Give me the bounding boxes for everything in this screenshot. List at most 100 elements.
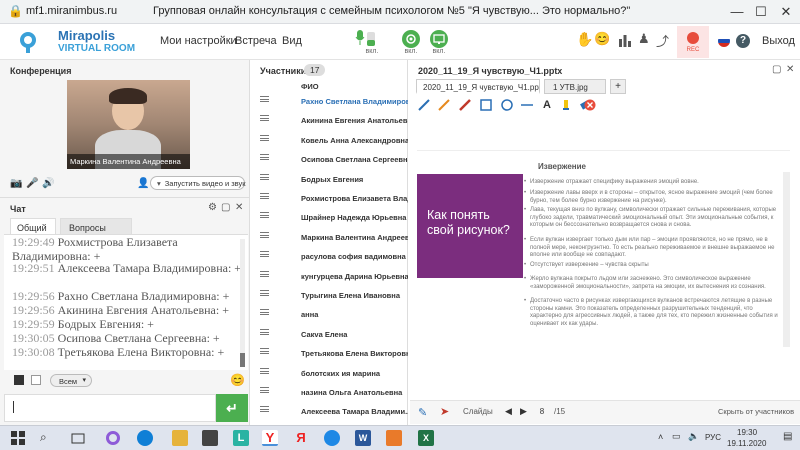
language-indicator[interactable]: РУС [705,433,721,442]
chat-input[interactable] [4,394,216,422]
drag-handle-icon[interactable] [260,231,269,238]
store-icon[interactable] [202,430,218,446]
camera-icon[interactable] [402,30,420,48]
pen-icon[interactable] [417,98,431,112]
next-slide-button[interactable]: ▶ [520,406,527,417]
highlighter-icon[interactable] [559,98,573,112]
presentation-expand-icon[interactable]: ▢ [772,64,781,75]
send-button[interactable]: ↵ [216,394,248,422]
user-icon[interactable]: 👤 [137,178,149,189]
drag-handle-icon[interactable] [260,154,269,161]
video-feed[interactable]: Маркина Валентина Андреевна [67,80,190,169]
laser-pointer-icon[interactable]: ➤ [440,405,449,418]
notifications-icon[interactable]: ▤ [783,431,792,442]
mic-settings-icon[interactable]: 🎤 [26,178,38,189]
tab-pptx[interactable]: 2020_11_19_Я чувствую_Ч1.pptx [416,79,540,94]
drag-handle-icon[interactable] [260,309,269,316]
tray-up-arrow-icon[interactable]: ˄ [658,432,663,442]
drag-handle-icon[interactable] [260,193,269,199]
rectangle-icon[interactable] [479,98,493,112]
drag-handle-icon[interactable] [260,290,269,296]
tab-jpg[interactable]: 1 УТВ.jpg [544,79,606,94]
drag-handle-icon[interactable] [260,115,269,122]
language-flag-icon[interactable] [718,35,730,47]
background-color-icon[interactable] [31,375,41,385]
text-color-icon[interactable] [14,375,24,385]
recipient-select[interactable]: Всем ▾ [50,374,92,387]
pencil-icon[interactable] [437,98,451,112]
add-tab-button[interactable]: + [610,79,626,94]
emoji-icon[interactable]: 😊 [594,31,610,47]
task-view-icon[interactable] [70,430,86,446]
chat-close-icon[interactable]: ✕ [235,202,243,213]
pointer-tool-icon[interactable]: ✎ [418,406,427,419]
prev-slide-button[interactable]: ◀ [505,406,512,417]
clock-date[interactable]: 19.11.2020 [727,439,766,448]
chrome-icon[interactable] [324,430,340,446]
alice-assistant-icon[interactable] [106,431,120,445]
drag-handle-icon[interactable] [260,251,269,258]
close-window-button[interactable]: ✕ [777,3,795,21]
drag-handle-icon[interactable] [260,212,269,219]
edge-browser-icon[interactable] [137,430,153,446]
file-explorer-icon[interactable] [172,430,188,446]
screen-share-icon[interactable] [430,30,448,48]
drag-handle-icon[interactable] [260,173,269,180]
camera-settings-icon[interactable]: 📷 [10,178,22,189]
launch-video-select[interactable]: ▾ Запустить видео и звук [150,176,246,190]
l-app-icon[interactable]: L [233,430,249,446]
circle-icon[interactable] [500,98,514,112]
slides-label[interactable]: Слайды [463,407,493,416]
hide-from-participants-link[interactable]: Скрыть от участников [718,407,794,416]
drag-handle-icon[interactable] [260,348,269,355]
browser-url[interactable]: mf1.miranimbus.ru [26,5,117,17]
record-button[interactable]: REC [677,26,709,58]
windows-start-icon[interactable] [10,430,26,446]
drag-handle-icon[interactable] [260,134,269,141]
drag-handle-icon[interactable] [260,367,269,374]
drag-handle-icon[interactable] [260,387,269,393]
share-icon[interactable]: ⤴ [656,31,669,50]
exit-button[interactable]: Выход [762,35,795,47]
slide-scrollbar[interactable] [783,172,790,347]
volume-icon[interactable]: 🔈 [688,431,699,442]
maximize-button[interactable]: ☐ [752,3,770,21]
statistics-icon[interactable] [619,33,631,47]
marker-icon[interactable] [458,98,472,112]
participant-row[interactable]: Алексеева Тамара Владими... [252,400,408,422]
chat-scrollbar[interactable] [240,239,245,367]
excel-icon[interactable]: X [418,430,434,446]
drag-handle-icon[interactable] [260,328,269,335]
menu-view[interactable]: Вид [282,35,302,47]
menu-meeting[interactable]: Встреча [235,35,277,47]
minimize-button[interactable]: — [728,3,746,21]
search-icon[interactable]: ⌕ [40,430,47,445]
raise-hand-icon[interactable]: ✋ [576,31,593,48]
drag-handle-icon[interactable] [260,96,269,102]
emoji-picker-icon[interactable]: 😊 [230,373,245,387]
presentation-close-icon[interactable]: ✕ [786,64,794,75]
photos-icon[interactable] [386,430,402,446]
tab-general[interactable]: Общий [10,218,56,234]
presentation-footer: ✎ ➤ Слайды ◀ ▶ 8 /15 Скрыть от участнико… [410,400,800,424]
menu-my-settings[interactable]: Мои настройки [160,35,237,47]
chat-expand-icon[interactable]: ▢ [221,202,230,213]
chat-settings-icon[interactable]: ⚙ [208,202,217,213]
word-icon[interactable]: W [355,430,371,446]
tab-questions[interactable]: Вопросы [60,218,132,234]
clear-annotations-icon[interactable] [583,98,597,112]
drag-handle-icon[interactable] [260,270,269,277]
text-tool-icon[interactable]: A [540,98,554,112]
clock-time[interactable]: 19:30 [737,428,757,437]
microphone-icon[interactable] [355,30,365,46]
line-icon[interactable] [520,98,534,112]
drag-handle-icon[interactable] [260,406,269,413]
speaker-settings-icon[interactable]: 🔊 [42,178,54,189]
network-icon[interactable]: ▭ [672,431,681,442]
slide-number-input[interactable]: 8 [534,405,550,419]
mic-level-slider[interactable] [367,32,375,46]
participants-view-icon[interactable]: ♟ [638,31,650,47]
help-icon[interactable]: ? [736,34,750,48]
yandex-browser-icon[interactable]: Y [262,430,278,446]
yandex-icon[interactable]: Я [293,430,309,446]
